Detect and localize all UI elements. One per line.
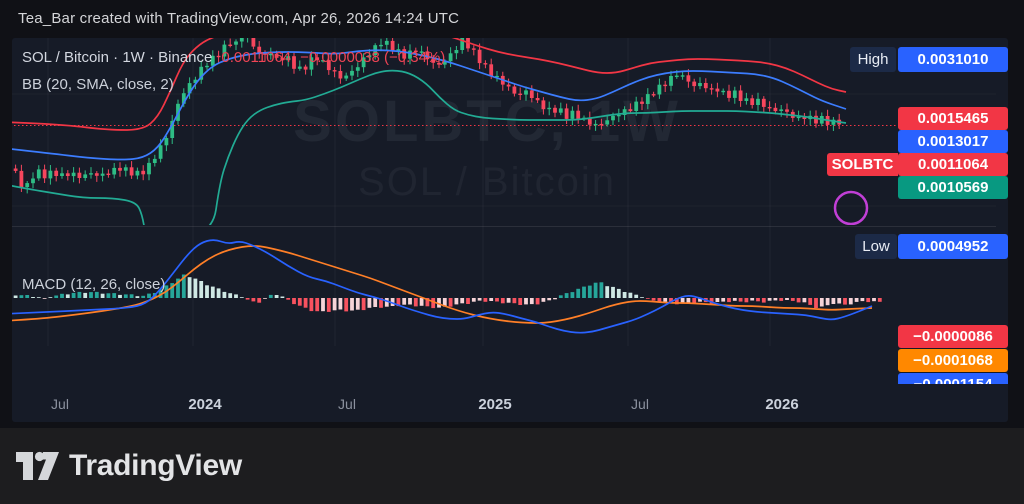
high-value-badge: 0.0031010 [898, 47, 1008, 72]
price-macd-chart[interactable] [12, 38, 1008, 422]
time-tick: Jul [51, 396, 69, 412]
time-axis[interactable]: Jul 2024 Jul 2025 Jul 2026 [12, 388, 1008, 422]
footer-bar: TradingView [0, 428, 1024, 504]
legend-change: −0.0000038 (−0.34%) [300, 49, 446, 66]
low-label: Low [855, 234, 897, 259]
page: Tea_Bar created with TradingView.com, Ap… [0, 0, 1024, 504]
bb-indicator-legend[interactable]: BB (20, SMA, close, 2) [22, 76, 174, 93]
time-tick: Jul [631, 396, 649, 412]
tradingview-logo[interactable] [14, 446, 60, 486]
high-label: High [850, 47, 896, 72]
time-tick: 2024 [188, 396, 222, 413]
legend-last-price: 0.0011064 [221, 49, 292, 66]
bb-upper-badge: 0.0015465 [898, 107, 1008, 130]
attribution-text: Tea_Bar created with TradingView.com, Ap… [18, 10, 460, 27]
time-tick: 2026 [765, 396, 799, 413]
symbol-legend-text: SOL / Bitcoin · 1W · Binance [22, 49, 213, 66]
macd-indicator-legend[interactable]: MACD (12, 26, close) [22, 276, 165, 293]
time-tick: 2025 [478, 396, 512, 413]
symbol-legend[interactable]: SOL / Bitcoin · 1W · Binance 0.0011064 −0.… [22, 49, 445, 66]
tradingview-wordmark[interactable]: TradingView [69, 449, 242, 483]
time-tick: Jul [338, 396, 356, 412]
low-value-badge: 0.0004952 [898, 234, 1008, 259]
bb-basis-badge: 0.0013017 [898, 130, 1008, 153]
last-price-badge: 0.0011064 [898, 153, 1008, 176]
symbol-price-chip: SOLBTC [827, 153, 898, 176]
chart-panel: SOLBTC, 1W SOL / Bitcoin SOL / Bitcoin ·… [12, 38, 1008, 422]
bb-lower-badge: 0.0010569 [898, 176, 1008, 199]
